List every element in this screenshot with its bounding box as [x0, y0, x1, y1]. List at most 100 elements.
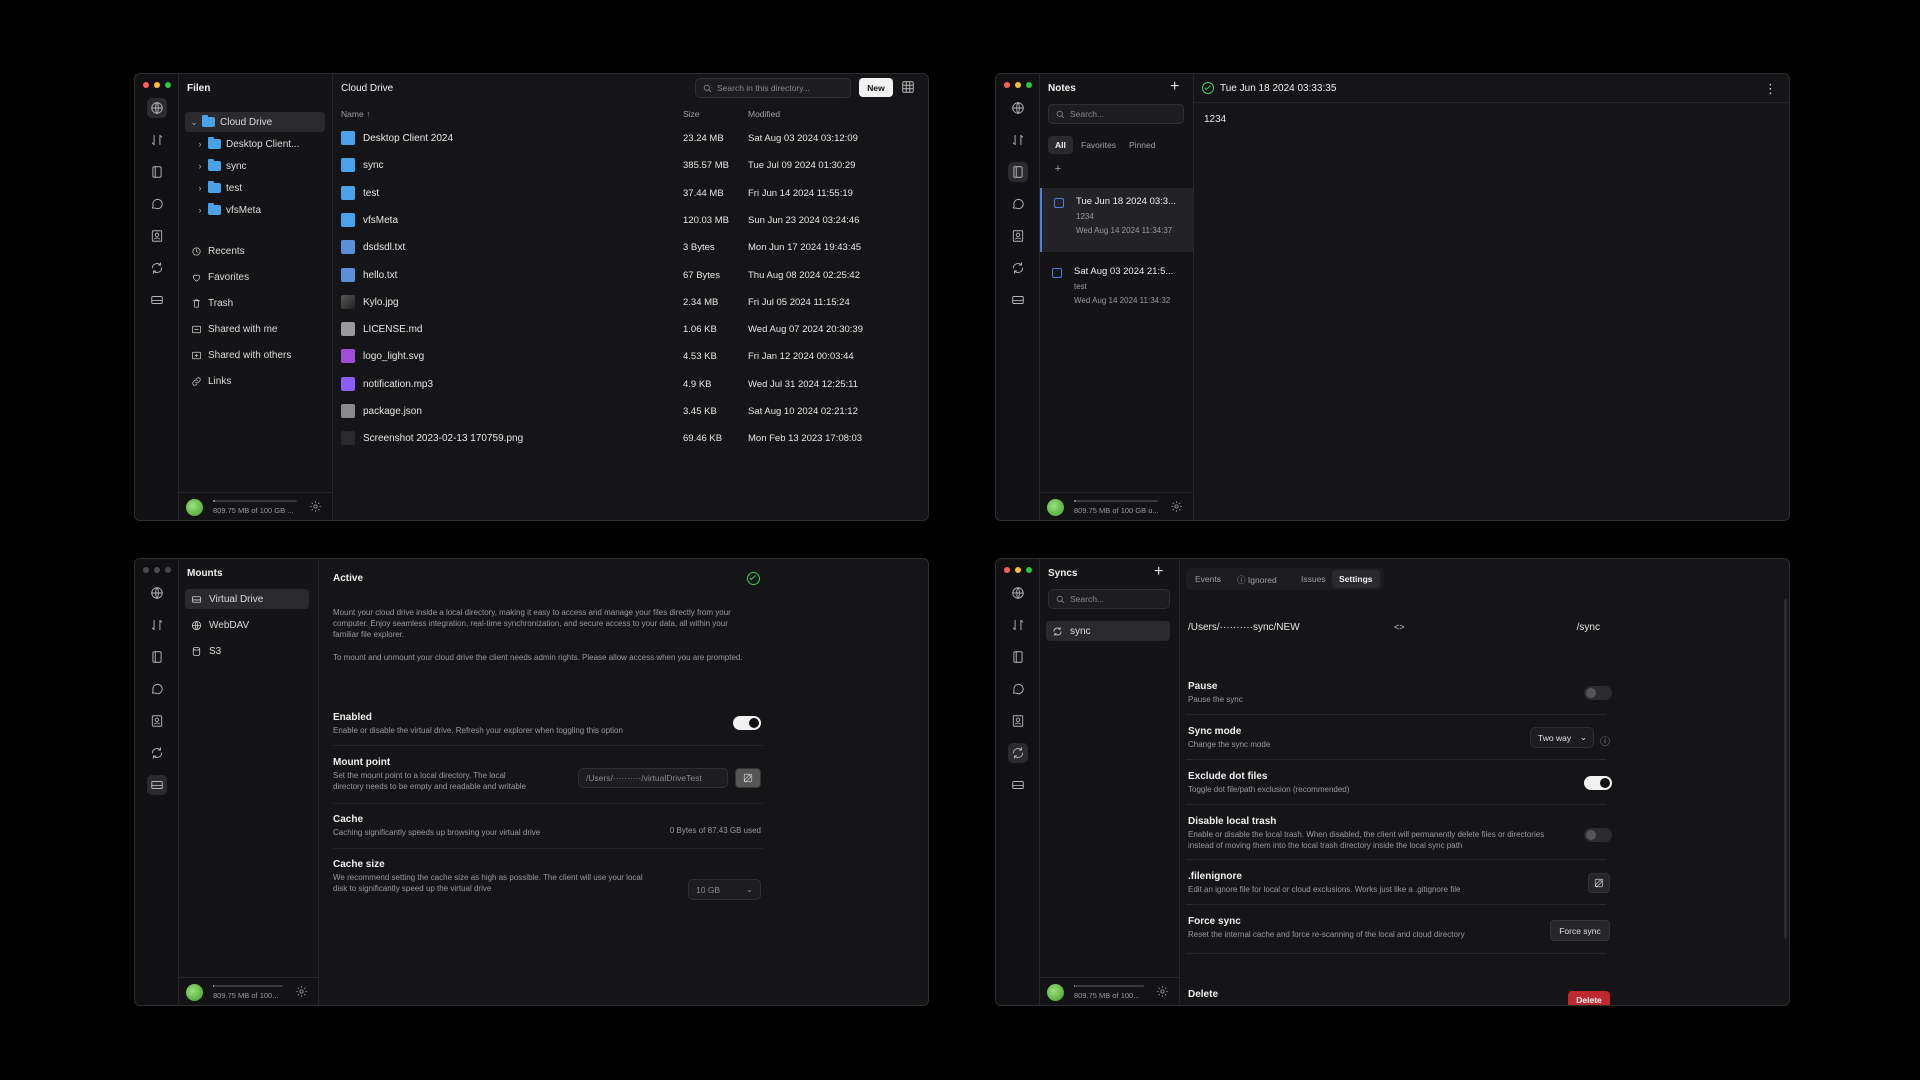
edit-filenignore-button[interactable] [1588, 873, 1610, 893]
window-controls[interactable] [143, 567, 171, 573]
enabled-toggle[interactable] [733, 716, 761, 730]
close-dot[interactable] [1004, 82, 1010, 88]
file-row[interactable]: sync 385.57 MB Tue Jul 09 2024 01:30:29 [333, 151, 928, 178]
sync-icon[interactable] [147, 743, 167, 763]
chevron-right-icon[interactable]: › [195, 161, 205, 171]
force-sync-button[interactable]: Force sync [1550, 920, 1610, 941]
close-dot[interactable] [1004, 567, 1010, 573]
transfer-icon[interactable] [1008, 615, 1028, 635]
delete-button[interactable]: Delete [1568, 991, 1610, 1005]
globe-icon[interactable] [1008, 583, 1028, 603]
new-button[interactable]: New [859, 78, 893, 97]
add-tag-button[interactable]: + [1050, 161, 1066, 177]
notes-icon[interactable] [147, 162, 167, 182]
note-editor[interactable]: Tue Jun 18 2024 03:33:35 ⋮ 1234 [1194, 74, 1789, 520]
mount-point-field[interactable]: /Users/··········/virtualDriveTest [578, 768, 728, 788]
avatar[interactable] [186, 984, 203, 1001]
drive-icon[interactable] [147, 775, 167, 795]
chat-icon[interactable] [147, 679, 167, 699]
contacts-icon[interactable] [147, 711, 167, 731]
add-sync-button[interactable]: + [1154, 563, 1163, 581]
window-controls[interactable] [1004, 567, 1032, 573]
tab-ignored[interactable]: ⓘ Ignored [1230, 570, 1284, 590]
chat-icon[interactable] [1008, 679, 1028, 699]
contacts-icon[interactable] [147, 226, 167, 246]
notes-icon[interactable] [1008, 647, 1028, 667]
note-body[interactable]: 1234 [1204, 114, 1226, 125]
sidebar-item-favorites[interactable]: Favorites [191, 272, 249, 283]
file-row[interactable]: logo_light.svg 4.53 KB Fri Jan 12 2024 00:… [333, 342, 928, 369]
tree-item[interactable]: › sync [185, 156, 325, 176]
notes-icon[interactable] [1008, 162, 1028, 182]
more-icon[interactable]: ⋮ [1764, 81, 1777, 97]
minimize-dot[interactable] [154, 82, 160, 88]
syncs-search-input[interactable]: Search... [1048, 589, 1170, 609]
tree-item[interactable]: ⌄ Cloud Drive [185, 112, 325, 132]
minimize-dot[interactable] [154, 567, 160, 573]
tree-item[interactable]: › vfsMeta [185, 200, 325, 220]
avatar[interactable] [1047, 984, 1064, 1001]
file-row[interactable]: vfsMeta 120.03 MB Sun Jun 23 2024 03:24:46 [333, 206, 928, 233]
note-item[interactable]: Sat Aug 03 2024 21:5... test Wed Aug 14 20… [1040, 258, 1193, 322]
info-icon[interactable]: ⓘ [1600, 733, 1610, 748]
file-row[interactable]: package.json 3.45 KB Sat Aug 10 2024 02:21… [333, 397, 928, 424]
chevron-right-icon[interactable]: › [195, 139, 205, 149]
window-controls[interactable] [1004, 82, 1032, 88]
local-trash-toggle[interactable] [1584, 828, 1612, 842]
gear-icon[interactable] [1170, 500, 1183, 513]
column-modified[interactable]: Modified [748, 109, 780, 119]
tab-settings[interactable]: Settings [1332, 570, 1380, 588]
file-row[interactable]: Kylo.jpg 2.34 MB Fri Jul 05 2024 11:15:24 [333, 288, 928, 315]
search-input[interactable]: Search in this directory... [695, 78, 851, 98]
transfer-icon[interactable] [147, 130, 167, 150]
add-note-button[interactable]: + [1170, 78, 1179, 96]
contacts-icon[interactable] [1008, 711, 1028, 731]
scrollbar[interactable] [1784, 599, 1787, 939]
avatar[interactable] [186, 499, 203, 516]
drive-icon[interactable] [1008, 290, 1028, 310]
drive-icon[interactable] [1008, 775, 1028, 795]
file-row[interactable]: Desktop Client 2024 23.24 MB Sat Aug 03 20… [333, 124, 928, 151]
dotfiles-toggle[interactable] [1584, 776, 1612, 790]
zoom-dot[interactable] [165, 82, 171, 88]
globe-icon[interactable] [147, 98, 167, 118]
tab-pinned[interactable]: Pinned [1122, 136, 1162, 154]
column-name[interactable]: Name ↑ [341, 109, 370, 119]
mount-item-virtual-drive[interactable]: Virtual Drive [185, 589, 309, 609]
tab-favorites[interactable]: Favorites [1074, 136, 1123, 154]
globe-icon[interactable] [1008, 98, 1028, 118]
avatar[interactable] [1047, 499, 1064, 516]
zoom-dot[interactable] [1026, 567, 1032, 573]
mount-item-webdav[interactable]: WebDAV [185, 615, 309, 635]
note-item[interactable]: Tue Jun 18 2024 03:3... 1234 Wed Aug 14 20… [1040, 188, 1193, 252]
sync-icon[interactable] [1008, 743, 1028, 763]
column-size[interactable]: Size [683, 109, 700, 119]
sync-icon[interactable] [1008, 258, 1028, 278]
sidebar-item-shared-with-others[interactable]: Shared with others [191, 350, 291, 361]
transfer-icon[interactable] [1008, 130, 1028, 150]
sync-mode-select[interactable]: Two way ⌄ [1530, 727, 1594, 748]
sidebar-item-links[interactable]: Links [191, 376, 231, 387]
close-dot[interactable] [143, 82, 149, 88]
swap-icon[interactable]: <> [1394, 622, 1405, 632]
sidebar-item-trash[interactable]: Trash [191, 298, 233, 309]
gear-icon[interactable] [1156, 985, 1169, 998]
tab-issues[interactable]: Issues [1294, 570, 1333, 588]
file-row[interactable]: hello.txt 67 Bytes Thu Aug 08 2024 02:25:4… [333, 261, 928, 288]
drive-icon[interactable] [147, 290, 167, 310]
chevron-down-icon[interactable]: ⌄ [189, 117, 199, 128]
tree-item[interactable]: › Desktop Client... [185, 134, 325, 154]
chevron-right-icon[interactable]: › [195, 183, 205, 193]
cache-size-select[interactable]: 10 GB ⌄ [688, 879, 761, 900]
chevron-right-icon[interactable]: › [195, 205, 205, 215]
note-title[interactable]: Tue Jun 18 2024 03:33:35 [1220, 83, 1336, 94]
chat-icon[interactable] [1008, 194, 1028, 214]
gear-icon[interactable] [309, 500, 322, 513]
file-row[interactable]: dsdsdl.txt 3 Bytes Mon Jun 17 2024 19:43:4… [333, 233, 928, 260]
chat-icon[interactable] [147, 194, 167, 214]
sync-icon[interactable] [147, 258, 167, 278]
tree-item[interactable]: › test [185, 178, 325, 198]
minimize-dot[interactable] [1015, 567, 1021, 573]
window-controls[interactable] [143, 82, 171, 88]
sidebar-item-recents[interactable]: Recents [191, 246, 245, 257]
